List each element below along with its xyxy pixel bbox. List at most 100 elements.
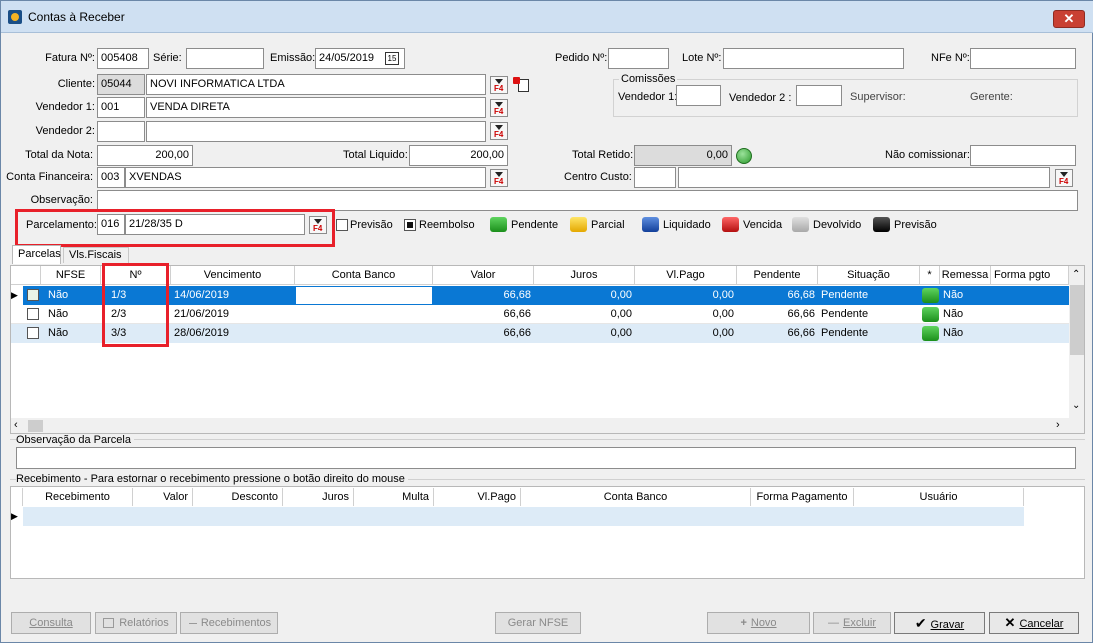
observacao-field[interactable] [97, 190, 1078, 211]
pendente-legend-icon [490, 217, 507, 232]
cell-conta-banco[interactable] [295, 286, 433, 305]
rcol-conta-banco[interactable]: Conta Banco [521, 488, 751, 506]
rcol-valor[interactable]: Valor [133, 488, 193, 506]
col-status[interactable]: * [920, 266, 940, 284]
col-conta-banco[interactable]: Conta Banco [295, 266, 433, 284]
cell-pendente: 66,68 [787, 289, 815, 301]
excluir-button[interactable]: — Excluir [813, 612, 891, 634]
comissao-vendedor2-label: Vendedor 2 : [729, 92, 792, 104]
previsao-legend-icon [873, 217, 890, 232]
previsao-checkbox[interactable] [336, 219, 348, 231]
relatorios-button[interactable]: Relatórios [95, 612, 177, 634]
tab-vls-fiscais[interactable]: Vls.Fiscais [63, 247, 129, 263]
cliente-lookup-icon[interactable] [490, 76, 508, 94]
vencida-legend-label: Vencida [743, 219, 783, 231]
cell-vl-pago: 0,00 [712, 308, 734, 320]
serie-field[interactable] [186, 48, 264, 69]
cell-remessa: Não [943, 308, 964, 320]
obs-parcela-field[interactable] [16, 447, 1076, 469]
vendedor1-code-field[interactable]: 001 [97, 97, 145, 118]
table-row[interactable]: Não 3/3 28/06/2019 66,66 0,00 0,00 66,66… [11, 324, 1069, 343]
lote-field[interactable] [723, 48, 904, 69]
comissao-vendedor1-field[interactable] [676, 85, 721, 106]
row-pointer-icon: ▶ [11, 511, 18, 521]
cell-nfse: Não [48, 289, 69, 301]
consulta-button[interactable]: Consulta [11, 612, 91, 634]
col-nfse[interactable]: NFSE [41, 266, 101, 284]
conta-code-field[interactable]: 003 [97, 167, 125, 188]
centro-code-field[interactable] [634, 167, 676, 188]
rcol-usuario[interactable]: Usuário [854, 488, 1024, 506]
gerar-nfse-button[interactable]: Gerar NFSE [495, 612, 581, 634]
cell-nfse: Não [48, 308, 69, 320]
col-remessa[interactable]: Remessa [940, 266, 991, 284]
pedido-field[interactable] [608, 48, 669, 69]
rcol-desconto[interactable]: Desconto [193, 488, 283, 506]
centro-lookup-icon[interactable] [1055, 169, 1073, 187]
vendedor1-lookup-icon[interactable] [490, 99, 508, 117]
cell-situacao: Pendente [821, 327, 869, 339]
vendedor1-name-field[interactable]: VENDA DIRETA [146, 97, 486, 118]
conta-lookup-icon[interactable] [490, 169, 508, 187]
row-checkbox[interactable] [27, 308, 39, 320]
parcial-legend-icon [570, 217, 587, 232]
emissao-label: Emissão: [270, 52, 316, 64]
rcol-forma-pagamento[interactable]: Forma Pagamento [751, 488, 854, 506]
calendar-icon[interactable]: 15 [385, 52, 399, 65]
col-valor[interactable]: Valor [433, 266, 534, 284]
parcelas-hscrollbar[interactable]: ‹ › [11, 418, 1084, 433]
col-juros[interactable]: Juros [534, 266, 635, 284]
cell-forma-pgto [991, 324, 1069, 343]
scroll-up-icon[interactable]: ⌃ [1072, 269, 1080, 280]
col-situacao[interactable]: Situação [818, 266, 920, 284]
row-checkbox[interactable] [27, 289, 39, 301]
rcol-juros[interactable]: Juros [283, 488, 354, 506]
reembolso-checkbox[interactable] [404, 219, 416, 231]
scroll-left-icon[interactable]: ‹ [14, 419, 18, 431]
comissao-vendedor2-field[interactable] [796, 85, 842, 106]
new-client-icon[interactable] [513, 76, 531, 94]
parcelas-vscrollbar[interactable]: ⌃ ⌄ [1069, 266, 1084, 418]
nfe-field[interactable] [970, 48, 1076, 69]
gravar-button[interactable]: ✔ Gravar [894, 612, 985, 634]
vendedor2-name-field[interactable] [146, 121, 486, 142]
cell-situacao: Pendente [821, 289, 869, 301]
vendedor2-lookup-icon[interactable] [490, 122, 508, 140]
vendedor2-code-field[interactable] [97, 121, 145, 142]
obs-parcela-divider [10, 439, 1085, 440]
col-pendente[interactable]: Pendente [737, 266, 818, 284]
recebimentos-button[interactable]: Recebimentos [180, 612, 278, 634]
row-checkbox[interactable] [27, 327, 39, 339]
total-nota-field[interactable]: 200,00 [97, 145, 193, 166]
retido-detail-icon[interactable] [736, 148, 752, 164]
scroll-down-icon[interactable]: ⌄ [1072, 400, 1080, 411]
liquidado-legend-icon [642, 217, 659, 232]
cell-conta-banco [295, 305, 433, 324]
conta-name-field[interactable]: XVENDAS [125, 167, 486, 188]
cliente-code-field[interactable]: 05044 [97, 74, 145, 95]
pedido-label: Pedido Nº: [555, 52, 608, 64]
cliente-name-field[interactable]: NOVI INFORMATICA LTDA [146, 74, 486, 95]
close-button[interactable]: ✕ [1053, 10, 1085, 28]
cell-juros: 0,00 [610, 327, 632, 339]
fatura-field[interactable]: 005408 [97, 48, 149, 69]
nao-comissionar-field[interactable] [970, 145, 1076, 166]
centro-name-field[interactable] [678, 167, 1050, 188]
scroll-thumb[interactable] [1070, 285, 1084, 355]
table-row[interactable]: ▶ Não 1/3 14/06/2019 66,68 0,00 0,00 66,… [11, 286, 1069, 305]
rcol-multa[interactable]: Multa [354, 488, 434, 506]
col-vl-pago[interactable]: Vl.Pago [635, 266, 737, 284]
tab-parcelas[interactable]: Parcelas [12, 245, 61, 264]
rcol-vl-pago[interactable]: Vl.Pago [434, 488, 521, 506]
hscroll-thumb[interactable] [28, 420, 43, 432]
rcol-recebimento[interactable]: Recebimento [23, 488, 133, 506]
table-row[interactable]: Não 2/3 21/06/2019 66,66 0,00 0,00 66,66… [11, 305, 1069, 324]
col-forma-pgto[interactable]: Forma pgto [991, 266, 1069, 284]
cancelar-button[interactable]: ✕ Cancelar [989, 612, 1079, 634]
devolvido-legend-icon [792, 217, 809, 232]
col-vencimento[interactable]: Vencimento [171, 266, 295, 284]
total-liquido-field[interactable]: 200,00 [409, 145, 508, 166]
novo-button[interactable]: + Novo [707, 612, 810, 634]
recebimento-new-row[interactable] [23, 507, 1024, 526]
scroll-right-icon[interactable]: › [1056, 419, 1060, 431]
